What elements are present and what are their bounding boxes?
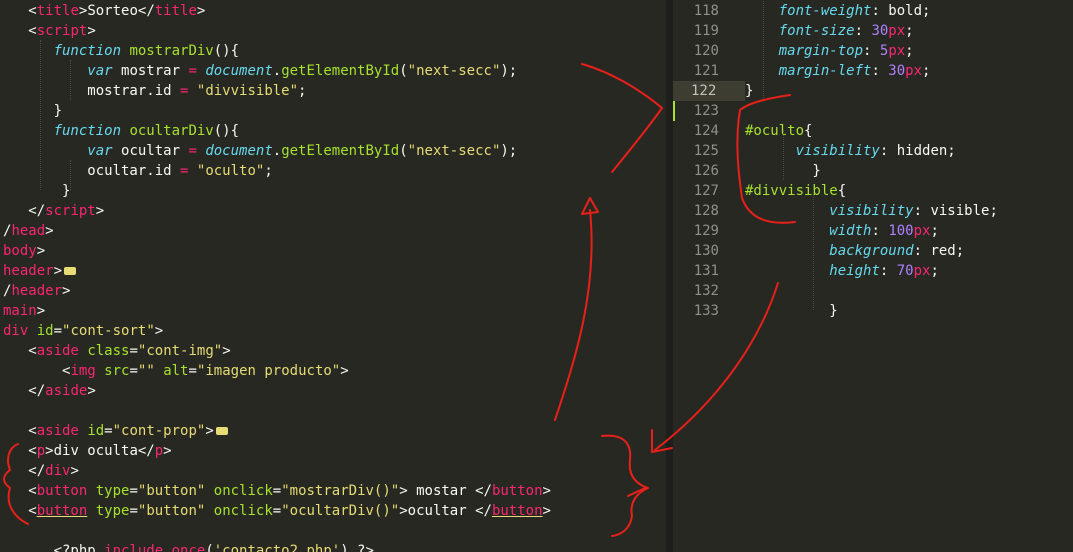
code-line[interactable]: var ocultar = document.getElementById("n… (3, 141, 517, 161)
code-line[interactable]: <aside id="cont-prop"> (3, 421, 228, 441)
indent-guide (70, 60, 71, 100)
editor-pane-right[interactable]: 118 119 120 121 122 123 124 125 126 127 128 129 130 1… (673, 0, 1073, 552)
line-number: 132 (693, 283, 719, 299)
code-line[interactable]: } (745, 301, 837, 321)
code-line[interactable]: #oculto{ (745, 121, 812, 141)
code-line[interactable]: visibility: visible; (745, 201, 998, 221)
line-number: 131 (693, 263, 719, 279)
code-line[interactable]: function mostrarDiv(){ (3, 41, 239, 61)
line-number: 124 (693, 123, 719, 139)
code-line[interactable]: mostrar.id = "divvisible"; (3, 81, 306, 101)
line-number: 130 (693, 243, 719, 259)
code-line[interactable]: } (745, 81, 753, 101)
code-line[interactable]: var mostrar = document.getElementById("n… (3, 61, 517, 81)
line-number: 125 (693, 143, 719, 159)
line-number: 120 (693, 43, 719, 59)
line-number: 128 (693, 203, 719, 219)
code-line[interactable]: <button type="button" onclick="mostrarDi… (3, 481, 551, 501)
line-number: 121 (693, 63, 719, 79)
code-line[interactable]: </aside> (3, 381, 95, 401)
code-line[interactable]: </script> (3, 201, 104, 221)
line-number: 127 (693, 183, 719, 199)
code-line[interactable]: div id="cont-sort"> (3, 321, 163, 341)
code-line[interactable]: main> (3, 301, 45, 321)
code-line[interactable]: /head> (3, 221, 54, 241)
code-line[interactable]: <script> (3, 21, 95, 41)
code-line[interactable]: visibility: hidden; (745, 141, 956, 161)
code-line[interactable]: </div> (3, 461, 79, 481)
line-number: 129 (693, 223, 719, 239)
code-line[interactable]: ocultar.id = "oculto"; (3, 161, 272, 181)
line-number-gutter: 118 119 120 121 122 123 124 125 126 127 128 129 130 1… (673, 0, 745, 552)
code-line[interactable]: body> (3, 241, 45, 261)
code-line[interactable]: margin-top: 5px; (745, 41, 914, 61)
line-number: 119 (693, 23, 719, 39)
indent-guide (783, 130, 784, 180)
indent-guide (70, 160, 71, 190)
code-line[interactable]: height: 70px; (745, 261, 939, 281)
pane-divider[interactable] (666, 0, 673, 552)
code-line[interactable]: background: red; (745, 241, 964, 261)
code-line[interactable]: <button type="button" onclick="ocultarDi… (3, 501, 551, 521)
code-line[interactable]: font-weight: bold; (745, 1, 931, 21)
code-line[interactable]: <title>Sorteo</title> (3, 1, 205, 21)
line-number: 126 (693, 163, 719, 179)
indent-guide (813, 190, 814, 310)
code-line[interactable]: width: 100px; (745, 221, 939, 241)
line-number: 133 (693, 303, 719, 319)
code-line[interactable]: font-size: 30px; (745, 21, 914, 41)
code-line[interactable]: margin-left: 30px; (745, 61, 931, 81)
code-line[interactable]: <p>div oculta</p> (3, 441, 171, 461)
editor-pane-left[interactable]: <title>Sorteo</title> <script> function … (0, 0, 666, 552)
code-line[interactable]: /header> (3, 281, 70, 301)
code-line[interactable]: <img src="" alt="imagen producto"> (3, 361, 349, 381)
code-line[interactable]: #divvisible{ (745, 181, 846, 201)
line-number: 123 (693, 103, 719, 119)
line-number: 122 (673, 81, 745, 101)
indent-guide (763, 1, 764, 100)
code-line[interactable]: header> (3, 261, 77, 281)
code-line[interactable]: <?php include_once('contacto2.php') ?> (3, 541, 374, 552)
line-number: 118 (693, 3, 719, 19)
code-line[interactable]: } (3, 181, 70, 201)
code-line[interactable]: } (3, 101, 62, 121)
code-line[interactable]: <aside class="cont-img"> (3, 341, 230, 361)
indent-guide (40, 40, 41, 190)
code-line[interactable]: function ocultarDiv(){ (3, 121, 239, 141)
text-cursor (673, 101, 675, 121)
